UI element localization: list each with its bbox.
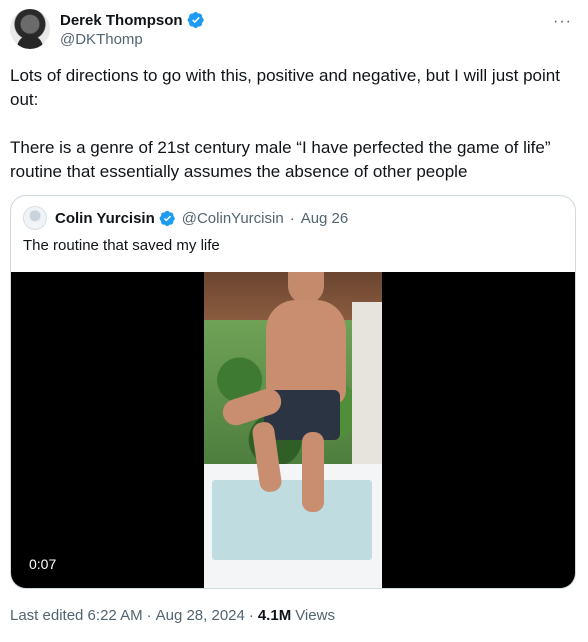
more-options-icon[interactable]: ··· [553, 13, 572, 31]
edited-timestamp[interactable]: Last edited 6:22 AM [10, 607, 143, 624]
tweet-metadata: Last edited 6:22 AM · Aug 28, 2024 · 4.1… [10, 607, 335, 624]
views-label: Views [295, 607, 335, 624]
views-count[interactable]: 4.1M [258, 607, 291, 624]
quote-header: Colin Yurcisin @ColinYurcisin · Aug 26 [23, 206, 349, 230]
quote-date[interactable]: Aug 26 [301, 210, 349, 227]
author-avatar[interactable] [10, 9, 50, 49]
post-date[interactable]: Aug 28, 2024 [156, 607, 245, 624]
video-thumbnail [204, 272, 382, 588]
quoted-tweet-card[interactable]: Colin Yurcisin @ColinYurcisin · Aug 26 T… [10, 195, 576, 589]
quote-author-avatar[interactable] [23, 206, 47, 230]
separator-dot: · [146, 607, 152, 624]
author-handle[interactable]: @DKThomp [60, 31, 205, 51]
tweet-paragraph: There is a genre of 21st century male “I… [10, 138, 551, 181]
quote-author-handle[interactable]: @ColinYurcisin [182, 210, 284, 227]
tweet-body: Lots of directions to go with this, posi… [10, 64, 576, 184]
video-duration: 0:07 [29, 556, 57, 572]
tweet-header: Derek Thompson @DKThomp ··· [10, 9, 578, 51]
quote-text: The routine that saved my life [23, 237, 220, 254]
author-info: Derek Thompson @DKThomp [60, 10, 205, 51]
separator-dot: · [289, 209, 295, 227]
verified-badge-icon [187, 11, 204, 29]
tweet-paragraph: Lots of directions to go with this, posi… [10, 66, 560, 109]
separator-dot: · [248, 607, 254, 624]
verified-badge-icon [159, 210, 175, 226]
video-player[interactable]: 0:07 [11, 272, 575, 588]
author-name[interactable]: Derek Thompson [60, 12, 183, 29]
quote-author-name[interactable]: Colin Yurcisin [55, 210, 155, 227]
